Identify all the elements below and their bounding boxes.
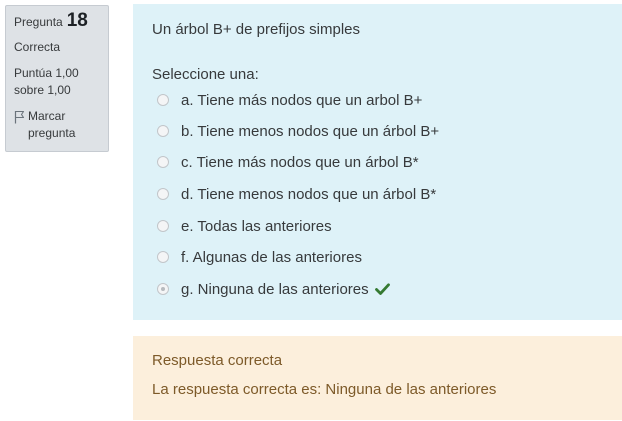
- feedback-title: Respuesta correcta: [152, 352, 283, 369]
- answer-label: f. Algunas de las anteriores: [181, 248, 362, 266]
- answer-label: g. Ninguna de las anteriores: [181, 280, 369, 298]
- question-info-panel: Pregunta 18 Correcta Puntúa 1,00 sobre 1…: [5, 5, 109, 152]
- select-prompt: Seleccione una:: [152, 66, 259, 83]
- radio-icon[interactable]: [157, 188, 169, 200]
- radio-icon[interactable]: [157, 220, 169, 232]
- radio-icon[interactable]: [157, 283, 169, 295]
- flag-icon: [14, 110, 25, 124]
- answer-option-d[interactable]: d. Tiene menos nodos que un árbol B*: [157, 184, 436, 204]
- answer-label: c. Tiene más nodos que un árbol B*: [181, 153, 419, 171]
- right-answer: La respuesta correcta es: Ninguna de las…: [152, 381, 497, 398]
- grade-line-1: Puntúa 1,00: [14, 66, 79, 80]
- question-grade: Puntúa 1,00 sobre 1,00: [14, 65, 100, 99]
- check-icon: [374, 283, 390, 295]
- question-state: Correcta: [14, 40, 61, 54]
- flag-label-line-1: Marcar: [28, 109, 66, 123]
- answer-label: e. Todas las anteriores: [181, 217, 332, 235]
- answer-label: b. Tiene menos nodos que un árbol B+: [181, 122, 440, 140]
- radio-icon[interactable]: [157, 156, 169, 168]
- radio-icon[interactable]: [157, 125, 169, 137]
- grade-line-2: sobre 1,00: [14, 83, 71, 97]
- answer-option-b[interactable]: b. Tiene menos nodos que un árbol B+: [157, 121, 439, 141]
- answer-label: d. Tiene menos nodos que un árbol B*: [181, 185, 437, 203]
- answer-option-c[interactable]: c. Tiene más nodos que un árbol B*: [157, 152, 419, 172]
- answer-label: a. Tiene más nodos que un arbol B+: [181, 91, 423, 109]
- answer-option-a[interactable]: a. Tiene más nodos que un arbol B+: [157, 90, 422, 110]
- question-feedback: Respuesta correcta La respuesta correcta…: [133, 336, 622, 420]
- radio-icon[interactable]: [157, 251, 169, 263]
- radio-icon[interactable]: [157, 94, 169, 106]
- answer-option-f[interactable]: f. Algunas de las anteriores: [157, 247, 362, 267]
- question-label: Pregunta: [14, 15, 63, 29]
- question-text: Un árbol B+ de prefijos simples: [152, 21, 361, 38]
- flag-label-line-2: pregunta: [28, 126, 76, 140]
- answer-option-g[interactable]: g. Ninguna de las anteriores: [157, 279, 390, 299]
- flag-question-link[interactable]: Marcar pregunta: [14, 108, 100, 142]
- question-number-line: Pregunta 18: [14, 10, 100, 31]
- question-formulation: Un árbol B+ de prefijos simples Seleccio…: [133, 4, 622, 320]
- answer-option-e[interactable]: e. Todas las anteriores: [157, 216, 332, 236]
- question-number: 18: [66, 10, 88, 31]
